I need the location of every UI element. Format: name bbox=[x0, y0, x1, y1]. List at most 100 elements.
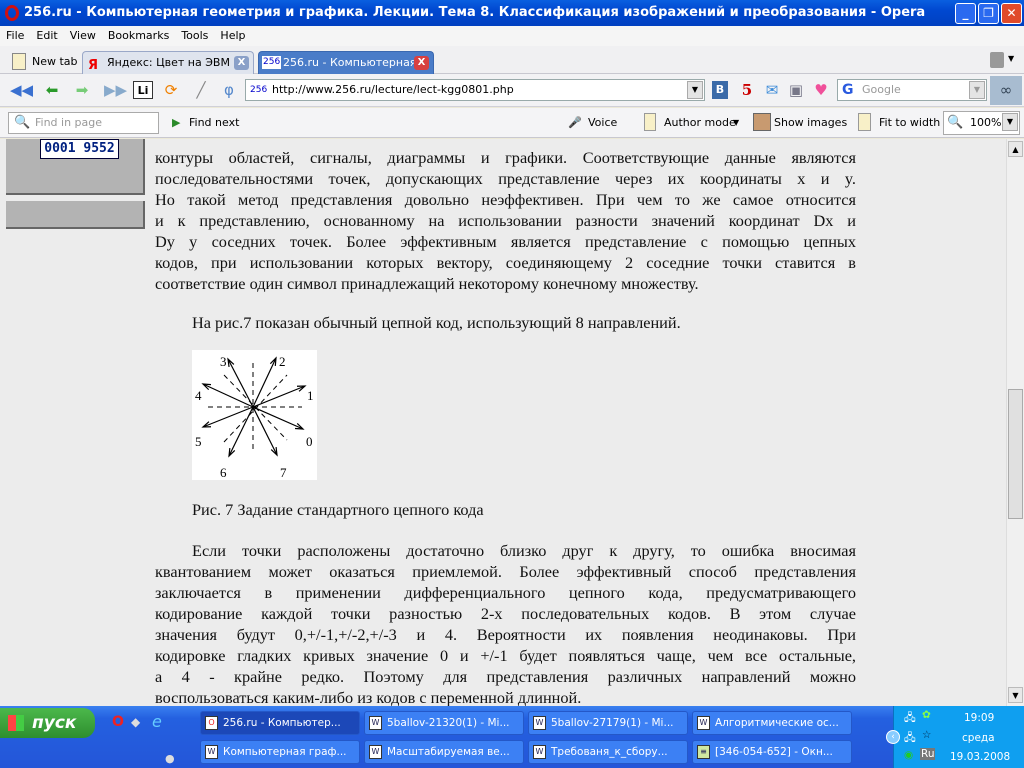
ie-icon[interactable]: e bbox=[152, 712, 162, 731]
task-word-3[interactable]: W Алгоритмические ос... bbox=[692, 711, 852, 735]
eye-icon[interactable]: ◉ bbox=[904, 749, 913, 761]
language-indicator[interactable]: Ru bbox=[920, 748, 936, 760]
task-label: Алгоритмические ос... bbox=[715, 717, 839, 729]
tab-yandex[interactable]: Я Яндекс: Цвет на ЭВМ X bbox=[82, 51, 254, 74]
author-mode-button[interactable]: Author mode bbox=[664, 116, 736, 129]
word-icon: W bbox=[533, 745, 546, 759]
start-label: пуск bbox=[32, 713, 77, 733]
task-word-2[interactable]: W 5ballov-27179(1) - Mi... bbox=[528, 711, 688, 735]
rewind-icon[interactable]: ◀◀ bbox=[10, 81, 33, 99]
start-button[interactable]: пуск bbox=[0, 708, 95, 738]
find-next-icon[interactable]: ▶ bbox=[172, 116, 180, 129]
tab-bar: New tab Я Яндекс: Цвет на ЭВМ X 256 256.r… bbox=[0, 46, 1024, 74]
search-input[interactable]: G Google ▼ bbox=[837, 79, 987, 101]
mail-icon[interactable]: ✉ bbox=[762, 81, 782, 99]
quicklaunch-icon[interactable]: ● bbox=[165, 752, 175, 765]
edit-icon[interactable]: ╱ bbox=[191, 81, 211, 99]
find-in-page-input[interactable]: 🔍 Find in page bbox=[8, 112, 159, 134]
scrollbar-thumb[interactable] bbox=[1008, 389, 1023, 519]
menu-view[interactable]: View bbox=[70, 29, 96, 42]
tab-label: Яндекс: Цвет на ЭВМ bbox=[107, 56, 230, 69]
reload-icon[interactable]: ⟳ bbox=[161, 81, 181, 99]
page-content: 0001 9552 контуры областей, сигналы, диа… bbox=[0, 139, 1006, 706]
robot-icon[interactable]: ▣ bbox=[786, 81, 806, 99]
menu-bookmarks[interactable]: Bookmarks bbox=[108, 29, 169, 42]
microphone-icon[interactable]: 🎤 bbox=[568, 116, 582, 129]
search-dropdown-icon[interactable]: ▼ bbox=[969, 81, 985, 99]
opera-logo-icon bbox=[5, 5, 19, 21]
vertical-scrollbar[interactable]: ▲ ▼ bbox=[1006, 139, 1024, 706]
zoom-dropdown-icon[interactable]: ▼ bbox=[1002, 113, 1018, 131]
system-tray: ‹ 🖧 ✿ 🖧 ☆ ◉ Ru 19:09 среда 19.03.2008 bbox=[886, 706, 1024, 768]
text-line: Но такой метод представления довольно не… bbox=[155, 190, 856, 209]
voice-button[interactable]: Voice bbox=[588, 116, 617, 129]
scroll-down-icon[interactable]: ▼ bbox=[1008, 687, 1023, 703]
find-next-button[interactable]: Find next bbox=[189, 116, 239, 129]
sidebar-counter-box: 0001 9552 bbox=[6, 139, 145, 195]
menu-tools[interactable]: Tools bbox=[181, 29, 208, 42]
label-0: 0 bbox=[306, 434, 313, 449]
author-mode-dropdown-icon[interactable]: ▼ bbox=[733, 118, 739, 127]
close-tab-icon[interactable]: X bbox=[414, 56, 429, 70]
label-1: 1 bbox=[307, 388, 314, 403]
new-tab-label: New tab bbox=[32, 55, 78, 68]
task-word-5[interactable]: W Масштабируемая ве... bbox=[364, 740, 524, 764]
visit-counter[interactable]: 0001 9552 bbox=[40, 139, 119, 159]
scroll-up-icon[interactable]: ▲ bbox=[1008, 141, 1023, 157]
trash-icon[interactable] bbox=[990, 52, 1004, 68]
text-line: кодов, при использовании которых вектору… bbox=[155, 253, 856, 272]
task-opera[interactable]: O 256.ru - Компьютер... bbox=[200, 711, 360, 735]
fast-forward-icon[interactable]: ▶▶ bbox=[104, 81, 127, 99]
forward-icon[interactable]: ➡ bbox=[72, 81, 92, 99]
close-button[interactable]: ✕ bbox=[1001, 3, 1022, 24]
figure-caption: Рис. 7 Задание стандартного цепного кода bbox=[192, 500, 484, 519]
task-word-4[interactable]: W Компьютерная граф... bbox=[200, 740, 360, 764]
label-4: 4 bbox=[195, 388, 202, 403]
address-input[interactable]: 256 http://www.256.ru/lecture/lect-kgg08… bbox=[245, 79, 705, 101]
text-line: квантованием может оказаться приемлемой.… bbox=[155, 562, 856, 581]
quicklaunch-icon[interactable]: ◆ bbox=[131, 715, 140, 729]
menu-edit[interactable]: Edit bbox=[36, 29, 57, 42]
task-icq-chat[interactable]: ≡ [346-054-652] - Окн... bbox=[692, 740, 852, 764]
trash-dropdown-icon[interactable]: ▼ bbox=[1008, 54, 1014, 63]
network-icon[interactable]: 🖧 bbox=[904, 710, 916, 728]
sidebar-box bbox=[6, 201, 145, 229]
menu-help[interactable]: Help bbox=[220, 29, 245, 42]
maximize-button[interactable]: ❐ bbox=[978, 3, 999, 24]
paragraph-2: На рис.7 показан обычный цепной код, исп… bbox=[192, 313, 681, 332]
text-line: кодирование каждой точки разностью 2-х п… bbox=[155, 604, 856, 623]
arrow-0 bbox=[252, 406, 304, 430]
minimize-button[interactable]: _ bbox=[955, 3, 976, 24]
arrow-4 bbox=[202, 383, 254, 408]
wand-icon[interactable]: φ bbox=[219, 81, 239, 99]
zoom-select[interactable]: 🔍 100% ▼ bbox=[943, 111, 1020, 135]
label-6: 6 bbox=[220, 465, 227, 480]
task-word-1[interactable]: W 5ballov-21320(1) - Mi... bbox=[364, 711, 524, 735]
clock-time[interactable]: 19:09 bbox=[964, 712, 994, 724]
close-tab-icon[interactable]: X bbox=[234, 56, 249, 70]
back-icon[interactable]: ⬅ bbox=[42, 81, 62, 99]
paragraph-3: Если точки расположены достаточно близко… bbox=[155, 540, 856, 706]
new-tab-button[interactable]: New tab bbox=[6, 51, 78, 74]
arrow-6 bbox=[228, 406, 254, 457]
glasses-icon[interactable]: ∞ bbox=[990, 76, 1022, 105]
heart-icon[interactable]: ♥ bbox=[811, 81, 831, 99]
opera-quicklaunch-icon[interactable]: O bbox=[112, 714, 124, 730]
network-icon[interactable]: 🖧 bbox=[904, 730, 916, 748]
five-icon[interactable]: 5 bbox=[737, 81, 757, 99]
show-images-button[interactable]: Show images bbox=[774, 116, 847, 129]
fit-to-width-icon bbox=[858, 113, 871, 131]
fit-to-width-button[interactable]: Fit to width bbox=[879, 116, 940, 129]
liveinternet-icon[interactable]: Li bbox=[133, 81, 153, 99]
icq-icon[interactable]: ✿ bbox=[922, 709, 931, 721]
vkontakte-icon[interactable]: В bbox=[712, 81, 728, 99]
address-dropdown-icon[interactable]: ▼ bbox=[687, 81, 703, 99]
task-label: [346-054-652] - Окн... bbox=[715, 746, 833, 758]
tray-expand-icon[interactable]: ‹ bbox=[886, 730, 900, 744]
magnifier-icon: 🔍 bbox=[14, 115, 31, 130]
task-word-6[interactable]: W Требованя_к_сбору... bbox=[528, 740, 688, 764]
arrow-5 bbox=[202, 406, 254, 428]
star-icon[interactable]: ☆ bbox=[922, 729, 931, 741]
menu-file[interactable]: File bbox=[6, 29, 24, 42]
tab-256ru[interactable]: 256 256.ru - Компьютерная... X bbox=[258, 51, 434, 74]
